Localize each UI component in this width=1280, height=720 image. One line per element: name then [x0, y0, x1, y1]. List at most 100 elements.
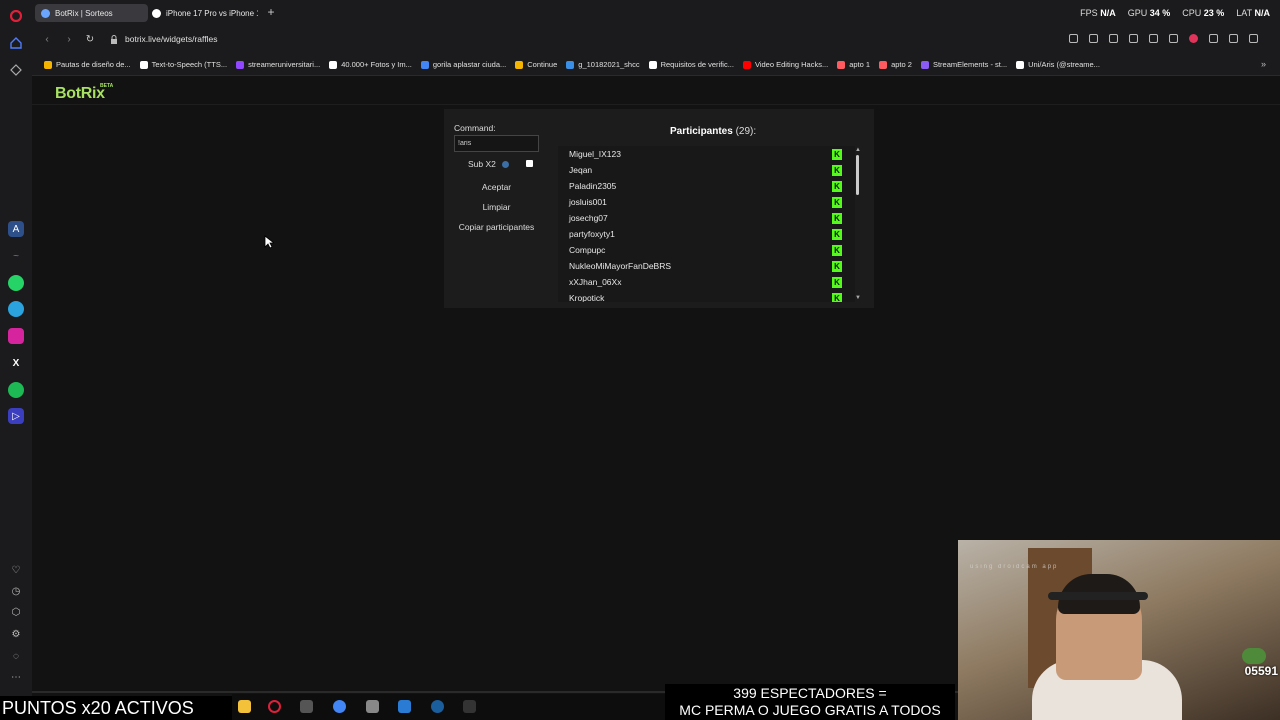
opera-gx-icon[interactable] [268, 700, 281, 713]
participant-name: Kropotick [569, 293, 605, 302]
more-icon[interactable]: ⋯ [8, 669, 24, 685]
chrome-icon[interactable] [333, 700, 346, 713]
vscode-icon[interactable] [398, 700, 411, 713]
bookmark-item[interactable]: Text-to-Speech (TTS... [139, 60, 228, 69]
opera-logo-icon[interactable] [8, 8, 24, 24]
header-divider [32, 104, 1280, 105]
whatsapp-icon[interactable] [8, 275, 24, 291]
window-icon[interactable] [366, 700, 379, 713]
pepe-emote-icon [1242, 648, 1266, 664]
bookmark-label: Video Editing Hacks... [754, 60, 829, 69]
sub-x2-label: Sub X2 [468, 159, 496, 169]
bookmark-item[interactable]: g_10182021_shcc [566, 60, 640, 69]
vpn-icon[interactable] [1149, 34, 1158, 43]
back-icon[interactable]: ‹ [40, 33, 54, 47]
heart-icon[interactable] [1189, 34, 1198, 43]
bookmark-item[interactable]: Pautas de diseño de... [44, 60, 131, 69]
bookmark-label: Requisitos de verific... [660, 60, 734, 69]
bookmark-item[interactable]: Continue [515, 60, 557, 69]
scroll-up-icon[interactable]: ▲ [854, 146, 862, 154]
heart-icon[interactable]: ♡ [8, 562, 24, 578]
info-icon[interactable] [501, 160, 509, 168]
performance-stats: FPS N/A GPU 34 % CPU 23 % LAT N/A [1080, 8, 1270, 18]
participant-row: NukleoMiMayorFanDeBRS K [558, 258, 855, 274]
scroll-down-icon[interactable]: ▼ [854, 294, 862, 302]
participants-scrollbar[interactable]: ▲ ▼ [854, 146, 862, 302]
bookmark-favicon-icon [420, 60, 429, 69]
bookmark-item[interactable]: streameruniversitari... [236, 60, 320, 69]
sub-x2-checkbox[interactable] [526, 160, 533, 167]
new-tab-button[interactable]: + [264, 5, 278, 19]
profile-icon[interactable] [1249, 34, 1258, 43]
app-icon[interactable] [300, 700, 313, 713]
points-banner: PUNTOS x20 ACTIVOS [0, 696, 232, 720]
bookmark-item[interactable]: apto 2 [879, 60, 912, 69]
epic-games-icon[interactable] [463, 700, 476, 713]
participant-name: josechg07 [569, 213, 608, 223]
bookmark-item[interactable]: StreamElements - st... [920, 60, 1007, 69]
bookmark-label: Text-to-Speech (TTS... [151, 60, 228, 69]
participants-list[interactable]: Miguel_IX123 K Jeqan K Paladin2305 Kjosluis00… [558, 146, 855, 302]
tab-label: iPhone 17 Pro vs iPhone 1 [166, 8, 258, 18]
bookmark-item[interactable]: Video Editing Hacks... [742, 60, 829, 69]
edit-icon[interactable] [1089, 34, 1098, 43]
url-field[interactable]: botrix.live/widgets/raffles [125, 34, 217, 44]
reload-icon[interactable]: ↻ [83, 33, 97, 47]
bookmark-label: apto 2 [891, 60, 912, 69]
telegram-icon[interactable] [8, 301, 24, 317]
bookmark-favicon-icon [329, 60, 338, 69]
messenger-icon[interactable]: ~ [8, 248, 24, 264]
menu-icon[interactable] [1229, 34, 1238, 43]
participant-row: xXJhan_06Xx K [558, 274, 855, 290]
bookmark-item[interactable]: Requisitos de verific... [648, 60, 734, 69]
fps-stat: FPS N/A [1080, 8, 1116, 18]
shield-icon[interactable] [1129, 34, 1138, 43]
participant-name: NukleoMiMayorFanDeBRS [569, 261, 672, 271]
bookmark-item[interactable]: Uni/Aris (@streame... [1016, 60, 1100, 69]
bookmark-item[interactable]: 40.000+ Fotos y Im... [329, 60, 412, 69]
bookmarks-overflow-icon[interactable]: » [1261, 59, 1266, 69]
tab-botrix[interactable]: BotRix | Sorteos [35, 4, 148, 22]
settings-icon[interactable]: ⚙ [8, 626, 24, 642]
bookmark-favicon-icon [879, 60, 888, 69]
search-icon[interactable] [1069, 34, 1078, 43]
gpu-stat: GPU 34 % [1127, 8, 1171, 18]
copy-participants-button[interactable]: Copiar participantes [454, 219, 539, 235]
botrix-logo[interactable]: BotRix [55, 85, 105, 103]
player-icon[interactable]: ▷ [8, 408, 24, 424]
camera-icon[interactable] [1109, 34, 1118, 43]
instagram-icon[interactable] [8, 328, 24, 344]
webcam-overlay: using droidcam app 05591 [958, 540, 1280, 720]
extensions-icon[interactable]: ⬡ [8, 604, 24, 620]
accept-button[interactable]: Aceptar [454, 179, 539, 195]
participant-row: Kropotick K [558, 290, 855, 302]
clear-button[interactable]: Limpiar [454, 199, 539, 215]
bookmark-favicon-icon [837, 60, 846, 69]
kick-icon: K [832, 229, 842, 240]
aria-icon[interactable]: A [8, 221, 24, 237]
scroll-thumb[interactable] [856, 155, 859, 195]
bookmark-item[interactable]: gorila aplastar ciuda... [420, 60, 506, 69]
file-explorer-icon[interactable] [238, 700, 251, 713]
kick-icon: K [832, 181, 842, 192]
sub-x2-option: Sub X2 [468, 159, 509, 169]
bookmark-favicon-icon [648, 60, 657, 69]
kick-icon: K [832, 245, 842, 256]
tab-iphone[interactable]: iPhone 17 Pro vs iPhone 1 [146, 4, 258, 22]
bookmark-label: g_10182021_shcc [578, 60, 640, 69]
steam-icon[interactable] [431, 700, 444, 713]
kick-icon: K [832, 261, 842, 272]
lightbulb-icon[interactable]: ◌ [8, 648, 24, 664]
home-icon[interactable] [8, 35, 24, 51]
bookmark-label: Pautas de diseño de... [56, 60, 131, 69]
play-icon[interactable] [1169, 34, 1178, 43]
bookmark-item[interactable]: apto 1 [837, 60, 870, 69]
download-icon[interactable] [1209, 34, 1218, 43]
forward-icon[interactable]: › [62, 33, 76, 47]
participant-row: partyfoxyty1 K [558, 226, 855, 242]
history-icon[interactable]: ◷ [8, 583, 24, 599]
x-twitter-icon[interactable]: X [8, 355, 24, 371]
command-input[interactable] [454, 135, 539, 152]
spotify-icon[interactable] [8, 382, 24, 398]
pinboard-icon[interactable] [8, 62, 24, 78]
